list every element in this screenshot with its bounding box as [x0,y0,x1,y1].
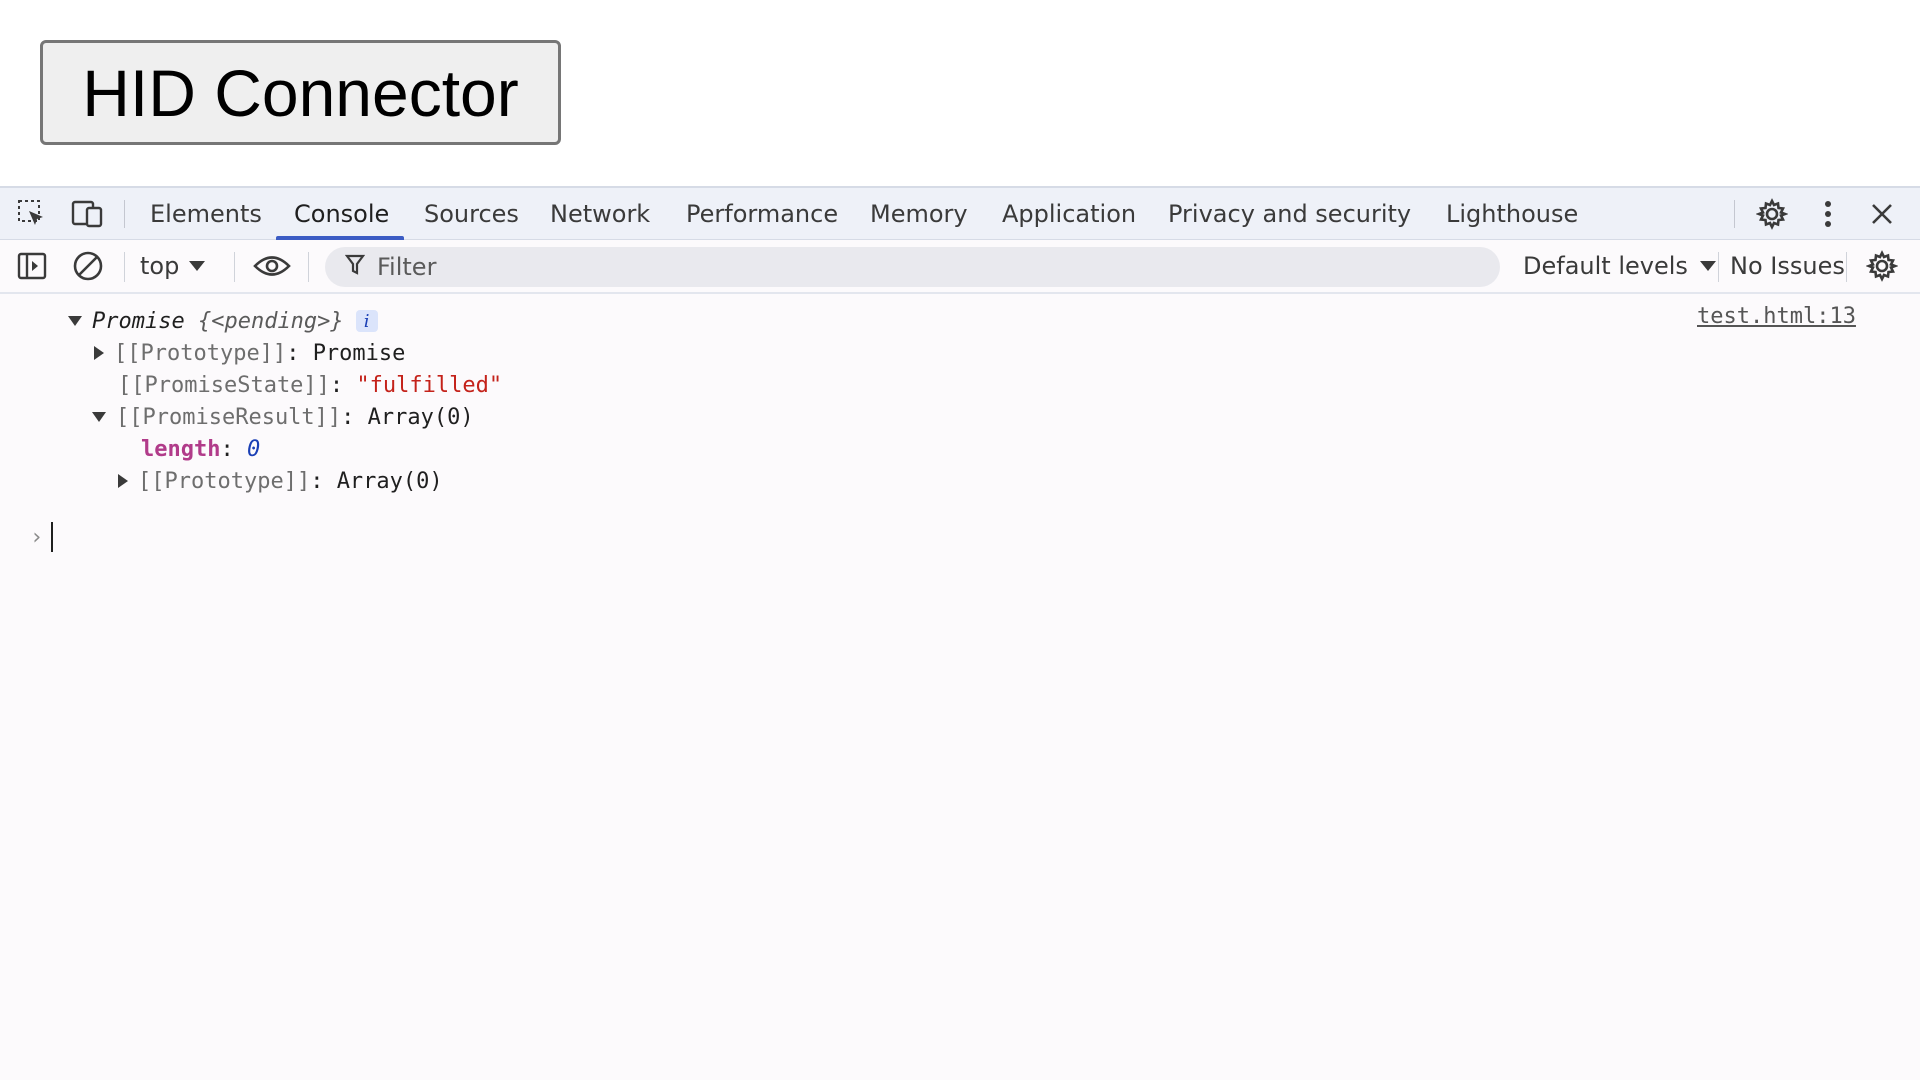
tab-privacy-and-security[interactable]: Privacy and security [1168,188,1411,240]
property-separator: : [220,436,247,462]
tab-lighthouse[interactable]: Lighthouse [1446,188,1578,240]
property-value: "fulfilled" [356,372,503,398]
page-viewport: HID Connector [0,0,1920,186]
property-key: [[PromiseState]] [118,372,330,398]
clear-console-icon[interactable] [66,240,110,292]
expand-triangle-right-icon[interactable] [94,346,104,360]
filterbar-divider [124,252,125,282]
console-settings-gear-icon[interactable] [1860,240,1904,292]
devtools-panel: Elements Console Sources Network Perform… [0,186,1920,1080]
filterbar-divider [1846,252,1847,282]
tab-sources[interactable]: Sources [424,188,519,240]
tabbar-divider-right [1734,200,1735,228]
console-property-row[interactable]: [[PromiseResult]]: Array(0) [92,402,474,432]
property-separator: : [286,340,313,366]
context-dropdown-caret [189,261,206,271]
property-key: [[Prototype]] [114,340,287,366]
inspect-element-icon[interactable] [10,188,54,240]
property-value: Promise [312,340,406,366]
issues-counter[interactable]: No Issues [1730,240,1845,292]
expand-triangle-down-icon[interactable] [68,316,82,326]
console-property-row: [[PromiseState]]: "fulfilled" [118,370,502,400]
property-value: 0 [246,436,261,462]
property-separator: : [329,372,357,398]
tab-memory[interactable]: Memory [870,188,968,240]
hid-connector-button[interactable]: HID Connector [40,40,561,145]
promise-object-row[interactable]: Promise {<pending>} i [68,306,378,336]
sidebar-toggle-icon[interactable] [10,240,54,292]
tabbar-divider [124,200,125,228]
tab-elements[interactable]: Elements [150,188,262,240]
info-badge-icon[interactable]: i [355,310,378,332]
devtools-tabbar: Elements Console Sources Network Perform… [0,186,1920,240]
device-toolbar-icon[interactable] [66,188,110,240]
text-cursor [51,522,54,552]
filter-funnel-icon [344,254,366,280]
levels-dropdown-caret [1699,261,1716,271]
prompt-chevron-icon: › [30,524,44,550]
promise-state-preview: {<pending>} [197,308,344,334]
console-filter-field[interactable] [325,247,1500,287]
javascript-context-select[interactable]: top [140,240,206,292]
property-key: [[PromiseResult]] [116,404,342,430]
tab-application[interactable]: Application [1002,188,1136,240]
console-property-row[interactable]: [[Prototype]]: Array(0) [118,466,443,496]
context-value: top [140,252,180,280]
tab-network[interactable]: Network [550,188,650,240]
property-key: [[Prototype]] [138,468,311,494]
filterbar-divider [1718,252,1719,282]
property-value: Array(0) [367,404,474,430]
console-filterbar: top Default levels No Issues [0,240,1920,294]
console-prompt[interactable]: › [30,520,54,554]
close-icon[interactable] [1860,188,1904,240]
tab-console[interactable]: Console [294,188,389,240]
log-levels-dropdown[interactable]: Default levels [1523,240,1716,292]
console-output: test.html:13 Promise {<pending>} i [[Pro… [0,296,1920,1080]
property-separator: : [341,404,368,430]
expand-triangle-down-icon[interactable] [92,412,106,422]
property-value: Array(0) [336,468,443,494]
expand-triangle-right-icon[interactable] [118,474,128,488]
property-key: length [141,436,221,462]
more-options-icon[interactable] [1806,188,1850,240]
tab-performance[interactable]: Performance [686,188,838,240]
console-property-row[interactable]: [[Prototype]]: Promise [94,338,405,368]
console-property-row: length: 0 [141,434,260,464]
filterbar-divider [308,252,309,282]
source-location-link[interactable]: test.html:13 [1697,304,1856,329]
log-levels-label: Default levels [1523,252,1688,280]
promise-label: Promise [92,308,185,334]
live-expression-eye-icon[interactable] [250,240,294,292]
property-separator: : [310,468,337,494]
settings-gear-icon[interactable] [1750,188,1794,240]
filter-input[interactable] [377,253,1477,281]
filterbar-divider [234,252,235,282]
